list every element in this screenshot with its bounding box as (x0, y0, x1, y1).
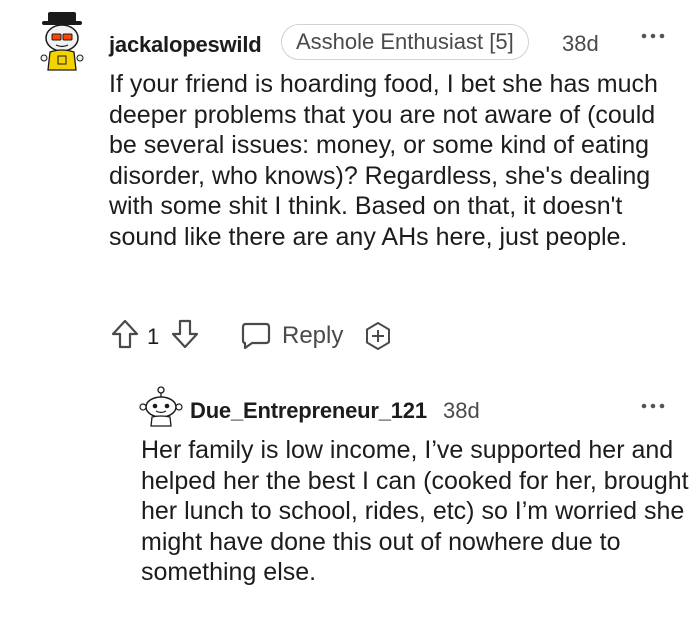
reply-age[interactable]: 38d (443, 398, 480, 424)
reply-button[interactable]: Reply (282, 322, 343, 350)
user-avatar[interactable] (34, 10, 90, 72)
comment-body: If your friend is hoarding food, I bet s… (109, 70, 658, 251)
vote-score: 1 (147, 324, 160, 349)
reply-body: Her family is low income, I’ve supported… (141, 436, 689, 586)
downvote-arrow-icon[interactable] (170, 318, 200, 350)
user-flair: Asshole Enthusiast [5] (281, 24, 529, 60)
reply-user-avatar[interactable] (138, 385, 184, 427)
comment-age[interactable]: 38d (562, 31, 599, 57)
more-dots-icon[interactable] (640, 400, 666, 412)
comment-username[interactable]: jackalopeswild (109, 32, 262, 58)
speech-bubble-icon[interactable] (240, 320, 272, 350)
upvote-arrow-icon[interactable] (110, 318, 140, 350)
more-dots-icon[interactable] (640, 30, 666, 42)
reply-username[interactable]: Due_Entrepreneur_121 (190, 398, 427, 424)
award-plus-icon[interactable] (363, 321, 393, 351)
